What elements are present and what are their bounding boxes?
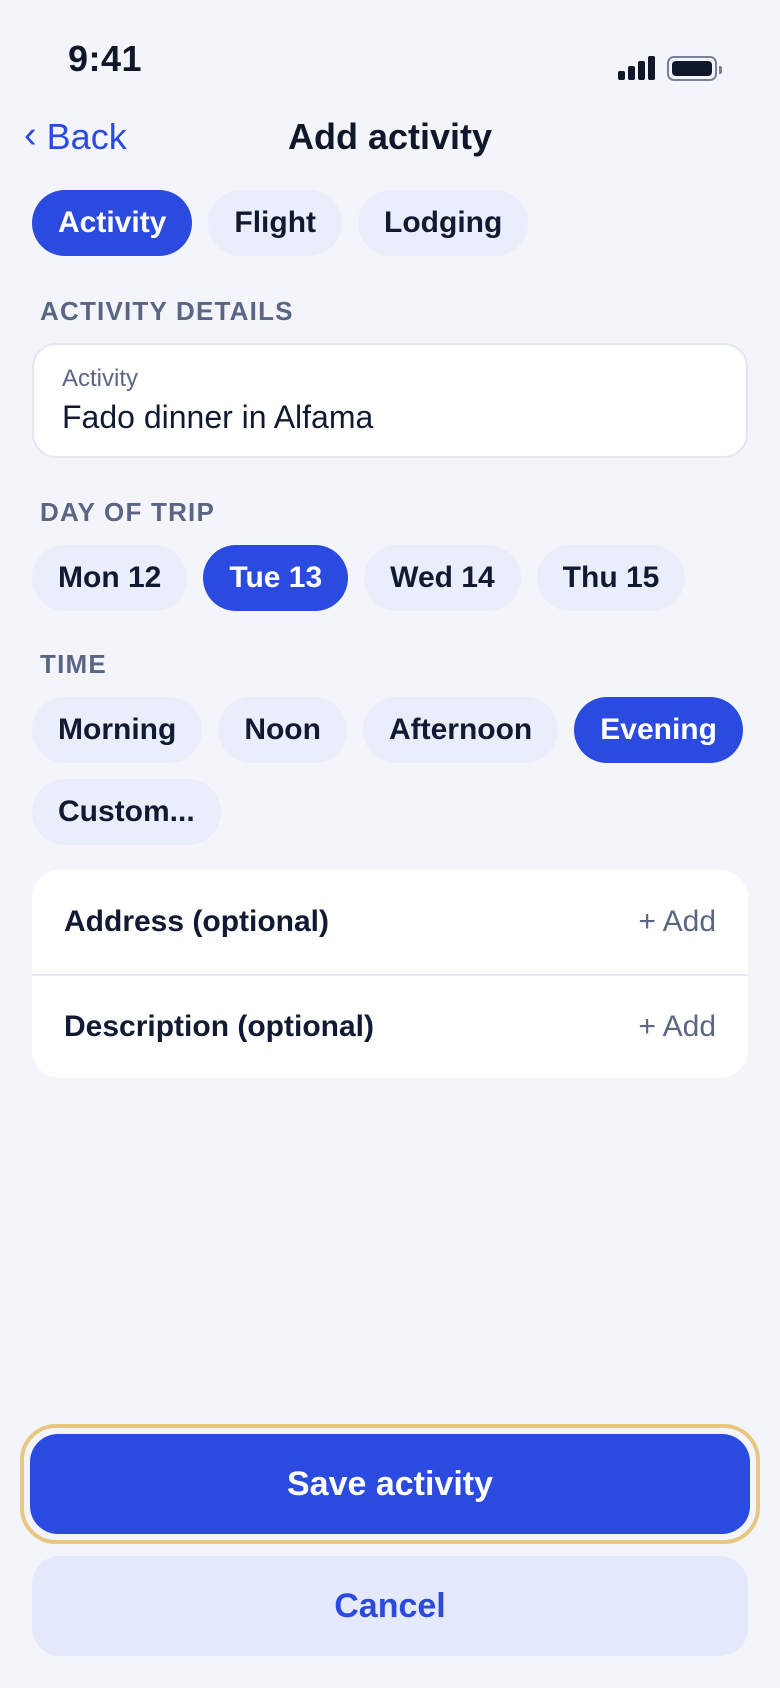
address-row-label: Address (optional) bbox=[64, 905, 330, 938]
activity-field-value[interactable]: Fado dinner in Alfama bbox=[62, 399, 718, 436]
day-option-wed[interactable]: Wed 14 bbox=[364, 545, 521, 611]
type-segments: Activity Flight Lodging bbox=[32, 190, 529, 256]
section-label-details: ACTIVITY DETAILS bbox=[40, 296, 294, 326]
address-add-button[interactable]: + Add bbox=[638, 905, 716, 939]
day-option-mon[interactable]: Mon 12 bbox=[32, 545, 188, 611]
segment-lodging[interactable]: Lodging bbox=[358, 190, 529, 256]
status-bar: 9:41 bbox=[0, 0, 780, 110]
time-option-morning[interactable]: Morning bbox=[32, 697, 203, 763]
optional-fields-card: Address (optional) + Add Description (op… bbox=[32, 870, 748, 1078]
save-activity-button[interactable]: Save activity bbox=[30, 1434, 750, 1534]
activity-field[interactable]: Activity Fado dinner in Alfama bbox=[32, 343, 748, 458]
page-title: Add activity bbox=[287, 116, 493, 157]
cancel-button[interactable]: Cancel bbox=[32, 1556, 748, 1656]
section-label-day: DAY OF TRIP bbox=[40, 497, 216, 527]
save-focus-ring: Save activity bbox=[20, 1424, 760, 1544]
description-row-label: Description (optional) bbox=[64, 1010, 374, 1043]
segment-activity[interactable]: Activity bbox=[32, 190, 193, 256]
description-add-button[interactable]: + Add bbox=[638, 1010, 716, 1044]
nav-bar: ‹ Back Add activity bbox=[0, 110, 780, 166]
day-options: Mon 12 Tue 13 Wed 14 Thu 15 bbox=[32, 545, 748, 611]
time-option-afternoon[interactable]: Afternoon bbox=[362, 697, 559, 763]
time-option-custom[interactable]: Custom... bbox=[32, 779, 221, 845]
status-time: 9:41 bbox=[68, 38, 143, 79]
activity-field-label: Activity bbox=[62, 365, 139, 392]
address-row[interactable]: Address (optional) + Add bbox=[32, 870, 748, 974]
signal-icon bbox=[618, 56, 655, 80]
time-option-noon[interactable]: Noon bbox=[218, 697, 347, 763]
description-row[interactable]: Description (optional) + Add bbox=[32, 974, 748, 1078]
day-option-tue[interactable]: Tue 13 bbox=[203, 545, 349, 611]
section-label-time: TIME bbox=[40, 649, 107, 679]
segment-flight[interactable]: Flight bbox=[208, 190, 343, 256]
time-option-evening[interactable]: Evening bbox=[574, 697, 743, 763]
battery-icon bbox=[667, 56, 722, 81]
day-option-thu[interactable]: Thu 15 bbox=[536, 545, 686, 611]
time-options: Morning Noon Afternoon Evening Custom... bbox=[32, 697, 748, 845]
